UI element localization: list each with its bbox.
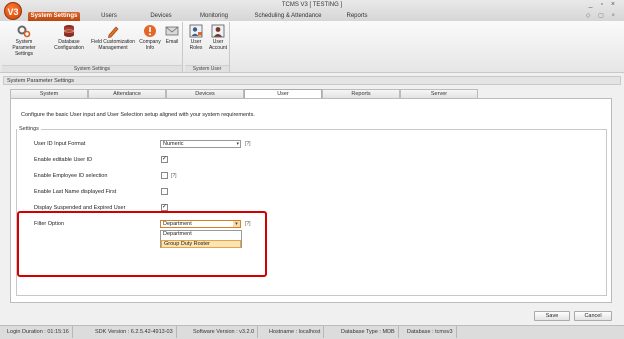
tab-attendance[interactable]: Attendance <box>88 89 166 98</box>
last-name-first-label: Enable Last Name displayed First <box>34 189 117 195</box>
dropdown-option-department[interactable]: Department <box>161 231 241 239</box>
pencil-icon <box>108 26 119 38</box>
filter-option-label: Filter Option <box>34 221 64 227</box>
window-title: TCMS V3 [ TESTING ] <box>281 2 343 8</box>
status-sdk-version: SDK Version : 6.2.5.42-4913-03 <box>92 326 177 338</box>
tab-reports[interactable]: Reports <box>322 89 400 98</box>
menu-tab-devices[interactable]: Devices <box>146 12 176 21</box>
gears-icon <box>17 25 31 38</box>
help-icon[interactable]: ◇ <box>586 13 594 19</box>
ribbon-group-system-user: User Roles User Account System User <box>185 22 230 72</box>
status-database: Database : tcmsv3 <box>404 326 457 338</box>
menu-tab-scheduling[interactable]: Scheduling & Attendance <box>252 12 324 21</box>
last-name-first-checkbox[interactable] <box>161 188 168 195</box>
help-icon[interactable]: [?] <box>245 221 251 227</box>
chevron-down-icon: ▾ <box>236 141 239 147</box>
status-database-type: Database Type : MDB <box>338 326 399 338</box>
suspended-user-label: Display Suspended and Expired User <box>34 205 126 211</box>
system-parameter-settings-button[interactable]: System Parameter Settings <box>4 24 44 57</box>
menu-tab-users[interactable]: Users <box>94 12 124 21</box>
field-customization-button[interactable]: Field Customization Management <box>90 24 136 51</box>
ribbon-controls: ◇ ▢ × <box>586 12 618 19</box>
email-icon <box>165 26 179 36</box>
select-value: Numeric <box>163 141 184 147</box>
ribbon-group-system-settings: System Parameter Settings Database Confi… <box>2 22 183 72</box>
window-controls: _ ▫ × <box>589 1 618 8</box>
tab-devices[interactable]: Devices <box>166 89 244 98</box>
filter-option-select[interactable]: Department ▾ <box>160 220 241 228</box>
user-settings-panel: Configure the basic User input and User … <box>10 98 612 303</box>
button-label: Roles <box>189 45 203 51</box>
settings-tabs: System Attendance Devices User Reports S… <box>10 89 480 99</box>
ribbon-group-label: System Settings <box>2 65 182 72</box>
maximize-icon[interactable]: ▢ <box>598 13 607 19</box>
button-label: Management <box>98 45 128 51</box>
close-icon[interactable]: × <box>611 1 618 8</box>
company-info-button[interactable]: Company Info <box>138 24 162 51</box>
menu-bar: System Settings Users Devices Monitoring… <box>24 12 584 21</box>
tab-system[interactable]: System <box>10 89 88 98</box>
editable-user-id-checkbox[interactable]: ✓ <box>161 156 168 163</box>
chevron-down-icon[interactable]: ▾ <box>233 221 240 227</box>
button-label: System Parameter <box>12 39 36 51</box>
employee-id-label: Enable Employee ID selection <box>34 173 108 179</box>
user-roles-icon <box>189 24 203 38</box>
ribbon: System Parameter Settings Database Confi… <box>0 21 624 73</box>
menu-tab-monitoring[interactable]: Monitoring <box>196 12 232 21</box>
tab-server[interactable]: Server <box>400 89 478 98</box>
status-hostname: Hostname : localhost <box>266 326 325 338</box>
user-account-icon <box>211 24 225 38</box>
section-title: System Parameter Settings <box>3 76 621 85</box>
cancel-button[interactable]: Cancel <box>574 311 612 321</box>
save-button[interactable]: Save <box>534 311 570 321</box>
menu-tab-system-settings[interactable]: System Settings <box>28 12 80 21</box>
button-label: Info <box>145 45 155 51</box>
restore-icon[interactable]: ▫ <box>600 1 605 8</box>
user-account-button[interactable]: User Account <box>207 24 229 51</box>
status-software-version: Software Version : v3.2.0 <box>190 326 259 338</box>
button-label: Configuration <box>54 45 84 51</box>
panel-description: Configure the basic User input and User … <box>21 112 255 118</box>
help-icon[interactable]: [?] <box>171 173 177 179</box>
user-id-format-select[interactable]: Numeric ▾ <box>160 140 241 148</box>
editable-user-id-label: Enable editable User ID <box>34 157 93 163</box>
filter-option-dropdown: Department Group Duty Roster <box>160 230 242 248</box>
menu-tab-reports[interactable]: Reports <box>342 12 372 21</box>
close-small-icon[interactable]: × <box>611 13 618 19</box>
user-roles-button[interactable]: User Roles <box>187 24 205 51</box>
email-button[interactable]: Email <box>164 24 180 45</box>
suspended-user-checkbox[interactable]: ✓ <box>161 204 168 211</box>
user-id-format-label: User ID Input Format <box>34 141 86 147</box>
settings-group-label: Settings <box>17 126 41 132</box>
button-label: Email <box>165 39 179 45</box>
settings-group <box>16 129 607 296</box>
help-icon[interactable]: [?] <box>245 141 251 147</box>
ribbon-group-label: System User <box>185 65 229 72</box>
minimize-icon[interactable]: _ <box>589 1 596 8</box>
employee-id-checkbox[interactable] <box>161 172 168 179</box>
dropdown-option-group-duty-roster[interactable]: Group Duty Roster <box>161 240 241 248</box>
info-icon <box>144 25 156 37</box>
button-label: Settings <box>14 51 34 57</box>
title-bar: V3 TCMS V3 [ TESTING ] _ ▫ × ◇ ▢ × Syste… <box>0 0 624 21</box>
status-bar: Login Duration : 01:15:16 SDK Version : … <box>0 325 624 339</box>
database-icon <box>63 25 75 37</box>
database-configuration-button[interactable]: Database Configuration <box>50 24 88 51</box>
status-login-duration: Login Duration : 01:15:16 <box>4 326 73 338</box>
button-label: Account <box>208 45 228 51</box>
select-value: Department <box>163 221 192 227</box>
